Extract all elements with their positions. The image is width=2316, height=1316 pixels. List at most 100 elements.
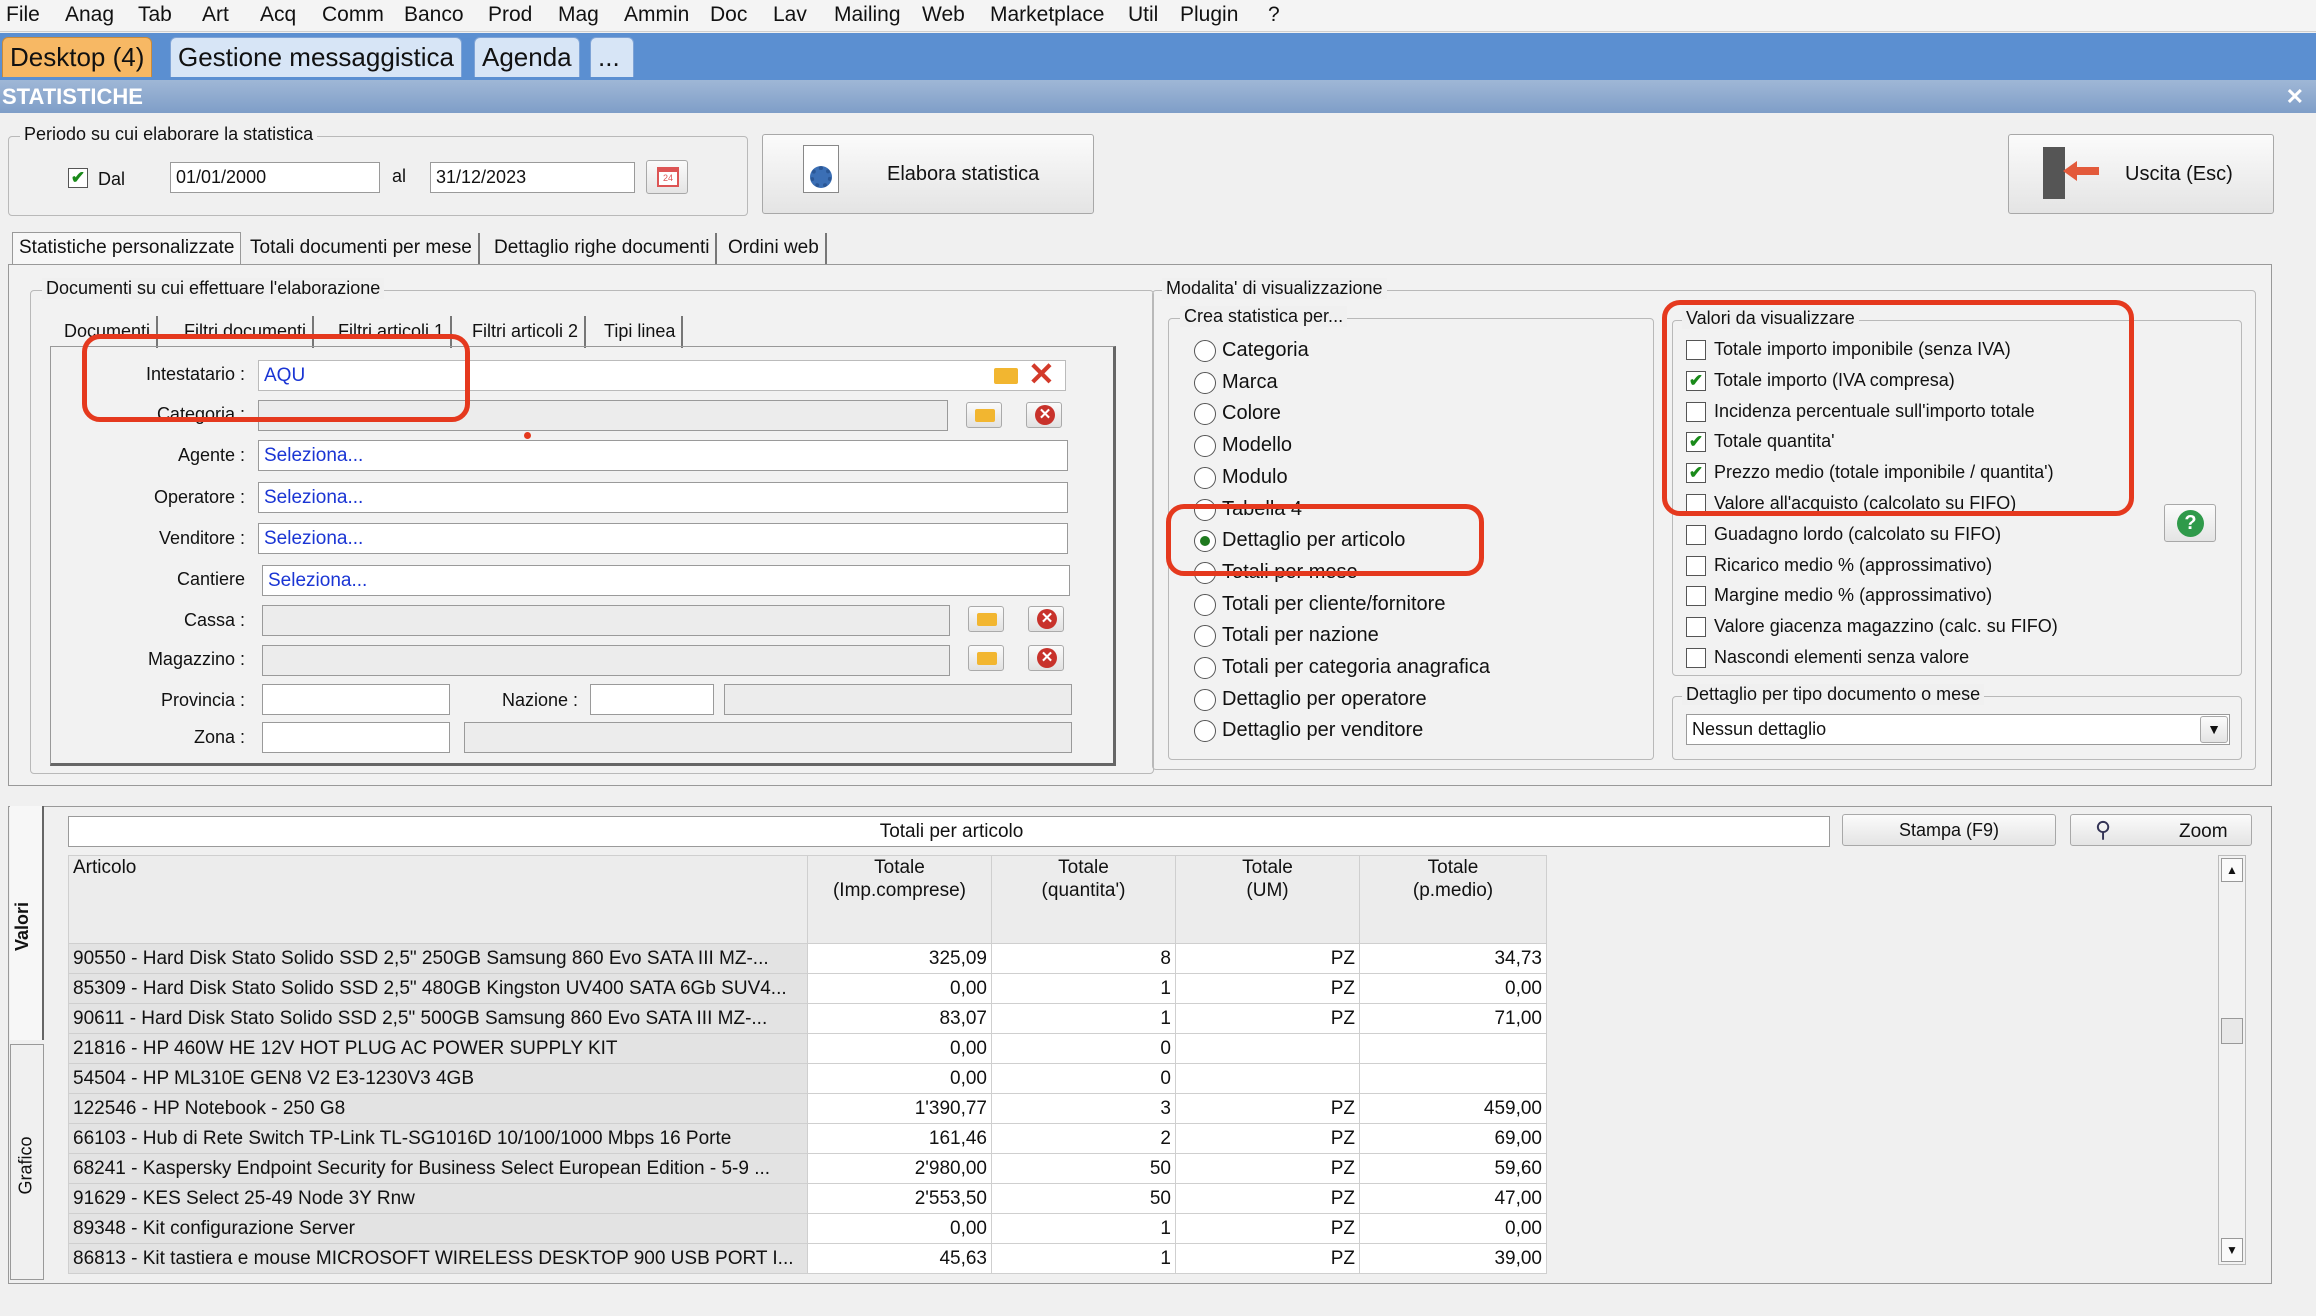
cell-value <box>1359 1033 1547 1064</box>
radio-totali-per-nazione[interactable] <box>1194 625 1216 647</box>
table-row[interactable]: 122546 - HP Notebook - 250 G8 1'390,77 3 PZ… <box>68 1093 1547 1124</box>
menu-item-anag[interactable]: Anag <box>65 3 114 27</box>
radio-categoria[interactable] <box>1194 340 1216 362</box>
dal-checkbox[interactable]: ✔ <box>68 168 88 188</box>
scroll-thumb[interactable] <box>2221 1018 2243 1044</box>
tab-agenda[interactable]: Agenda <box>474 37 580 77</box>
cell-value: 0 <box>991 1063 1176 1094</box>
table-row[interactable]: 91629 - KES Select 25-49 Node 3Y Rnw 2'55… <box>68 1183 1547 1214</box>
al-date-input[interactable]: 31/12/2023 <box>430 162 635 193</box>
valori-checkbox[interactable] <box>1686 525 1706 545</box>
help-button[interactable]: ? <box>2164 504 2216 542</box>
folder-icon[interactable] <box>994 368 1018 384</box>
menu-item-plugin[interactable]: Plugin <box>1180 3 1238 27</box>
highlight-valori <box>1662 300 2134 516</box>
valori-checkbox[interactable] <box>1686 556 1706 576</box>
tab-gestione-messaggistica[interactable]: Gestione messaggistica <box>170 37 463 77</box>
menu-item-banco[interactable]: Banco <box>404 3 464 27</box>
menu-item-acq[interactable]: Acq <box>260 3 296 27</box>
table-row[interactable]: 66103 - Hub di Rete Switch TP-Link TL-SG… <box>68 1123 1547 1154</box>
radio-marca[interactable] <box>1194 372 1216 394</box>
table-row[interactable]: 68241 - Kaspersky Endpoint Security for … <box>68 1153 1547 1184</box>
tab-dettaglio-righe[interactable]: Dettaglio righe documenti <box>488 233 718 265</box>
venditore-input[interactable]: Seleziona... <box>258 523 1068 554</box>
nazione-input[interactable] <box>590 684 714 715</box>
table-row[interactable]: 54504 - HP ML310E GEN8 V2 E3-1230V3 4GB 0… <box>68 1063 1547 1094</box>
column-header-totale-importo[interactable]: Totale (Imp.comprese) <box>807 855 992 944</box>
table-row[interactable]: 85309 - Hard Disk Stato Solido SSD 2,5" … <box>68 973 1547 1004</box>
menu-item-help[interactable]: ? <box>1268 3 1280 27</box>
cell-value: 59,60 <box>1359 1153 1547 1184</box>
tab-ordini-web[interactable]: Ordini web <box>722 233 827 265</box>
valori-checkbox[interactable] <box>1686 586 1706 606</box>
delete-icon[interactable]: ✕ <box>1028 358 1055 390</box>
radio-dettaglio-per-operatore[interactable] <box>1194 689 1216 711</box>
menu-item-tab[interactable]: Tab <box>138 3 172 27</box>
subtab-tipi-linea[interactable]: Tipi linea <box>598 316 684 348</box>
radio-modello[interactable] <box>1194 435 1216 457</box>
tab-desktop[interactable]: Desktop (4) <box>2 37 153 77</box>
zona-input[interactable] <box>262 722 450 753</box>
tab-statistiche-personalizzate[interactable]: Statistiche personalizzate <box>12 232 242 264</box>
chevron-down-icon[interactable]: ▼ <box>2200 716 2228 743</box>
menu-item-mailing[interactable]: Mailing <box>834 3 901 27</box>
subtab-filtri-articoli-2[interactable]: Filtri articoli 2 <box>466 316 587 348</box>
cell-value: 0,00 <box>807 1213 992 1244</box>
radio-dettaglio-per-venditore[interactable] <box>1194 720 1216 742</box>
zoom-button[interactable]: ⚲ Zoom <box>2070 814 2252 846</box>
column-header-articolo[interactable]: Articolo <box>68 855 808 944</box>
cell-value: 39,00 <box>1359 1243 1547 1274</box>
table-row[interactable]: 90611 - Hard Disk Stato Solido SSD 2,5" … <box>68 1003 1547 1034</box>
elabora-statistica-button[interactable]: Elabora statistica <box>762 134 1094 214</box>
valori-checkbox[interactable] <box>1686 617 1706 637</box>
menu-item-doc[interactable]: Doc <box>710 3 747 27</box>
radio-colore[interactable] <box>1194 403 1216 425</box>
calendar-button[interactable]: 24 <box>646 160 688 194</box>
column-header-totale-um[interactable]: Totale (UM) <box>1175 855 1360 944</box>
menu-item-mag[interactable]: Mag <box>558 3 599 27</box>
close-icon[interactable]: ✕ <box>2286 80 2304 113</box>
operatore-input[interactable]: Seleziona... <box>258 482 1068 513</box>
menu-item-util[interactable]: Util <box>1128 3 1158 27</box>
menu-item-web[interactable]: Web <box>922 3 965 27</box>
side-tab-valori[interactable]: Valori <box>10 806 44 1040</box>
stampa-button[interactable]: Stampa (F9) <box>1842 814 2056 846</box>
column-header-totale-pmedio[interactable]: Totale (p.medio) <box>1359 855 1547 944</box>
cassa-clear-button[interactable]: ✕ <box>1028 606 1064 632</box>
dal-date-input[interactable]: 01/01/2000 <box>170 162 380 193</box>
categoria-clear-button[interactable]: ✕ <box>1026 402 1062 428</box>
cassa-folder-button[interactable] <box>968 606 1004 632</box>
cassa-input[interactable] <box>262 605 950 636</box>
tab-totali-documenti-mese[interactable]: Totali documenti per mese <box>244 233 480 265</box>
vertical-scrollbar[interactable]: ▲ ▼ <box>2218 855 2246 1265</box>
uscita-button[interactable]: Uscita (Esc) <box>2008 134 2274 214</box>
categoria-folder-button[interactable] <box>966 402 1002 428</box>
magazzino-clear-button[interactable]: ✕ <box>1028 645 1064 671</box>
menu-item-lav[interactable]: Lav <box>773 3 807 27</box>
scroll-down-icon[interactable]: ▼ <box>2221 1238 2243 1262</box>
dettaglio-select[interactable]: Nessun dettaglio <box>1686 714 2230 745</box>
table-row[interactable]: 89348 - Kit configurazione Server 0,00 1 PZ… <box>68 1213 1547 1244</box>
menu-item-comm[interactable]: Comm <box>322 3 384 27</box>
radio-totali-per-cliente-fornitore[interactable] <box>1194 594 1216 616</box>
menu-item-marketplace[interactable]: Marketplace <box>990 3 1104 27</box>
menu-item-ammin[interactable]: Ammin <box>624 3 689 27</box>
column-header-totale-quantita[interactable]: Totale (quantita') <box>991 855 1176 944</box>
cantiere-input[interactable]: Seleziona... <box>262 565 1070 596</box>
valori-checkbox[interactable] <box>1686 648 1706 668</box>
magazzino-input[interactable] <box>262 645 950 676</box>
menu-item-file[interactable]: File <box>6 3 40 27</box>
menu-item-art[interactable]: Art <box>202 3 229 27</box>
table-row[interactable]: 21816 - HP 460W HE 12V HOT PLUG AC POWER… <box>68 1033 1547 1064</box>
table-row[interactable]: 90550 - Hard Disk Stato Solido SSD 2,5" … <box>68 943 1547 974</box>
radio-totali-per-categoria-anagrafica[interactable] <box>1194 657 1216 679</box>
provincia-input[interactable] <box>262 684 450 715</box>
table-row[interactable]: 86813 - Kit tastiera e mouse MICROSOFT W… <box>68 1243 1547 1274</box>
agente-input[interactable]: Seleziona... <box>258 440 1068 471</box>
radio-modulo[interactable] <box>1194 467 1216 489</box>
menu-item-prod[interactable]: Prod <box>488 3 532 27</box>
scroll-up-icon[interactable]: ▲ <box>2221 858 2243 882</box>
side-tab-grafico[interactable]: Grafico <box>10 1044 44 1280</box>
tab-more[interactable]: ... <box>590 37 634 77</box>
magazzino-folder-button[interactable] <box>968 645 1004 671</box>
